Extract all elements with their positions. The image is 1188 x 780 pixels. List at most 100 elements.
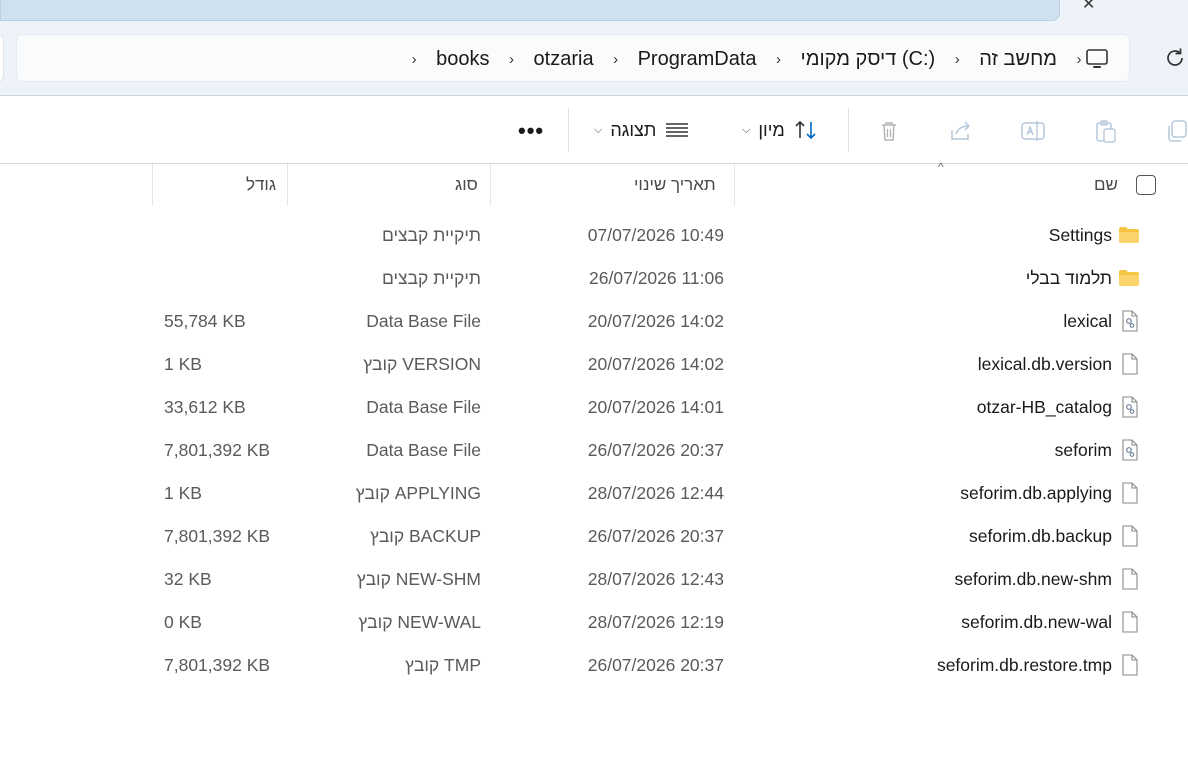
file-icon	[1122, 525, 1138, 547]
column-header-type[interactable]: סוג	[455, 164, 478, 206]
table-row[interactable]: seforim.db.new-shm 28/07/2026 12:43 קובץ N…	[0, 558, 1188, 601]
file-icon	[1122, 568, 1138, 590]
file-size: 1 KB	[164, 354, 202, 374]
file-date: 28/07/2026 12:19	[587, 612, 724, 632]
search-box-edge[interactable]	[0, 34, 4, 82]
computer-icon[interactable]	[1085, 47, 1109, 71]
sort-button[interactable]: ⌵ מיון	[742, 116, 819, 144]
refresh-icon[interactable]	[1163, 46, 1187, 70]
divider	[848, 108, 849, 152]
column-divider[interactable]	[287, 164, 288, 206]
table-row[interactable]: תלמוד בבלי 26/07/2026 11:06 תיקיית קבצים	[0, 257, 1188, 300]
file-icon	[1122, 654, 1138, 676]
more-options-button[interactable]: •••	[518, 118, 544, 144]
file-type: קובץ VERSION	[363, 354, 481, 374]
file-type: תיקיית קבצים	[381, 225, 481, 245]
sort-arrows-icon	[795, 120, 816, 140]
tab-strip: ✕	[0, 0, 1188, 22]
chevron-right-icon[interactable]: ›	[1073, 51, 1085, 68]
file-type: קובץ NEW-WAL	[358, 612, 481, 632]
table-row[interactable]: seforim.db.new-wal 28/07/2026 12:19 קובץ N…	[0, 601, 1188, 644]
address-row: › מחשב זה › דיסק מקומי (C:) › ProgramData › otz…	[0, 22, 1188, 96]
breadcrumb-item[interactable]: otzaria	[518, 48, 610, 71]
file-type: Data Base File	[366, 311, 481, 331]
breadcrumb-item[interactable]: מחשב זה	[963, 48, 1073, 71]
database-file-icon	[1122, 439, 1138, 461]
file-type: תיקיית קבצים	[381, 268, 481, 288]
file-size: 1 KB	[164, 483, 202, 503]
file-name[interactable]: תלמוד בבלי	[1026, 257, 1112, 300]
close-tab-icon[interactable]: ✕	[1082, 0, 1095, 14]
file-date: 07/07/2026 10:49	[587, 225, 724, 245]
table-row[interactable]: seforim 26/07/2026 20:37 Data Base File 7,8…	[0, 429, 1188, 472]
file-name[interactable]: seforim.db.applying	[960, 472, 1112, 515]
sort-label: מיון	[758, 119, 785, 140]
file-name[interactable]: seforim.db.backup	[969, 515, 1112, 558]
select-all-checkbox[interactable]	[1136, 175, 1156, 195]
divider	[568, 108, 569, 152]
table-row[interactable]: otzar-HB_catalog 20/07/2026 14:01 Data Bas…	[0, 386, 1188, 429]
file-name[interactable]: lexical.db.version	[978, 343, 1112, 386]
file-list: Settings 07/07/2026 10:49 תיקיית קבצים תלמו…	[0, 214, 1188, 687]
file-type: קובץ TMP	[405, 655, 481, 675]
chevron-down-icon: ⌵	[742, 123, 751, 136]
database-file-icon	[1122, 310, 1138, 332]
copy-icon[interactable]	[1164, 118, 1188, 144]
chevron-right-icon[interactable]: ›	[506, 51, 518, 68]
chevron-right-icon[interactable]: ›	[610, 51, 622, 68]
file-name[interactable]: otzar-HB_catalog	[977, 386, 1112, 429]
chevron-right-icon[interactable]: ›	[951, 51, 963, 68]
file-name[interactable]: seforim	[1055, 429, 1112, 472]
file-date: 28/07/2026 12:44	[587, 483, 724, 503]
file-icon	[1122, 482, 1138, 504]
share-icon[interactable]	[948, 118, 974, 144]
file-size: 33,612 KB	[164, 397, 246, 417]
table-row[interactable]: lexical.db.version 20/07/2026 14:02 קובץ V…	[0, 343, 1188, 386]
column-header-date[interactable]: תאריך שינוי	[634, 164, 716, 206]
column-divider[interactable]	[490, 164, 491, 206]
file-name[interactable]: seforim.db.restore.tmp	[937, 644, 1112, 687]
file-icon	[1122, 611, 1138, 633]
column-headers: גודל סוג תאריך שינוי שם	[0, 164, 1188, 206]
breadcrumb-item[interactable]: books	[420, 48, 505, 71]
file-date: 26/07/2026 20:37	[587, 440, 724, 460]
rename-icon[interactable]	[1020, 118, 1046, 144]
chevron-right-icon[interactable]: ›	[408, 51, 420, 68]
address-bar[interactable]: › מחשב זה › דיסק מקומי (C:) › ProgramData › otz…	[16, 34, 1130, 82]
file-name[interactable]: Settings	[1049, 214, 1112, 257]
file-type: קובץ APPLYING	[355, 483, 481, 503]
chevron-right-icon[interactable]: ›	[773, 51, 785, 68]
table-row[interactable]: lexical 20/07/2026 14:02 Data Base File 55,…	[0, 300, 1188, 343]
file-name[interactable]: seforim.db.new-wal	[961, 601, 1112, 644]
table-row[interactable]: seforim.db.applying 28/07/2026 12:44 קובץ …	[0, 472, 1188, 515]
active-tab[interactable]	[0, 0, 1060, 21]
file-name[interactable]: lexical	[1063, 300, 1112, 343]
file-date: 26/07/2026 20:37	[587, 655, 724, 675]
table-row[interactable]: Settings 07/07/2026 10:49 תיקיית קבצים	[0, 214, 1188, 257]
file-type: קובץ NEW-SHM	[356, 569, 481, 589]
breadcrumb-item[interactable]: ProgramData	[622, 48, 773, 71]
table-row[interactable]: seforim.db.restore.tmp 26/07/2026 20:37 קו…	[0, 644, 1188, 687]
view-button[interactable]: ⌵ תצוגה	[594, 116, 690, 144]
file-date: 28/07/2026 12:43	[587, 569, 724, 589]
column-header-name[interactable]: שם	[1094, 164, 1118, 206]
column-header-size[interactable]: גודל	[246, 164, 276, 206]
file-date: 26/07/2026 20:37	[587, 526, 724, 546]
folder-icon	[1119, 227, 1139, 243]
view-label: תצוגה	[610, 119, 657, 140]
table-row[interactable]: seforim.db.backup 26/07/2026 20:37 קובץ BA…	[0, 515, 1188, 558]
file-date: 26/07/2026 11:06	[589, 268, 724, 288]
paste-icon[interactable]	[1092, 118, 1118, 144]
file-size: 0 KB	[164, 612, 202, 632]
delete-icon[interactable]	[876, 118, 902, 144]
column-divider	[152, 164, 153, 206]
view-lines-icon	[666, 123, 689, 137]
command-bar: ••• ⌵ תצוגה ⌵ מיון	[0, 96, 1188, 164]
file-size: 7,801,392 KB	[164, 440, 271, 460]
file-type: קובץ BACKUP	[370, 526, 481, 546]
file-date: 20/07/2026 14:02	[587, 311, 724, 331]
column-divider[interactable]	[734, 164, 735, 206]
breadcrumb-item[interactable]: דיסק מקומי (C:)	[785, 48, 952, 71]
file-name[interactable]: seforim.db.new-shm	[954, 558, 1112, 601]
file-date: 20/07/2026 14:01	[587, 397, 724, 417]
